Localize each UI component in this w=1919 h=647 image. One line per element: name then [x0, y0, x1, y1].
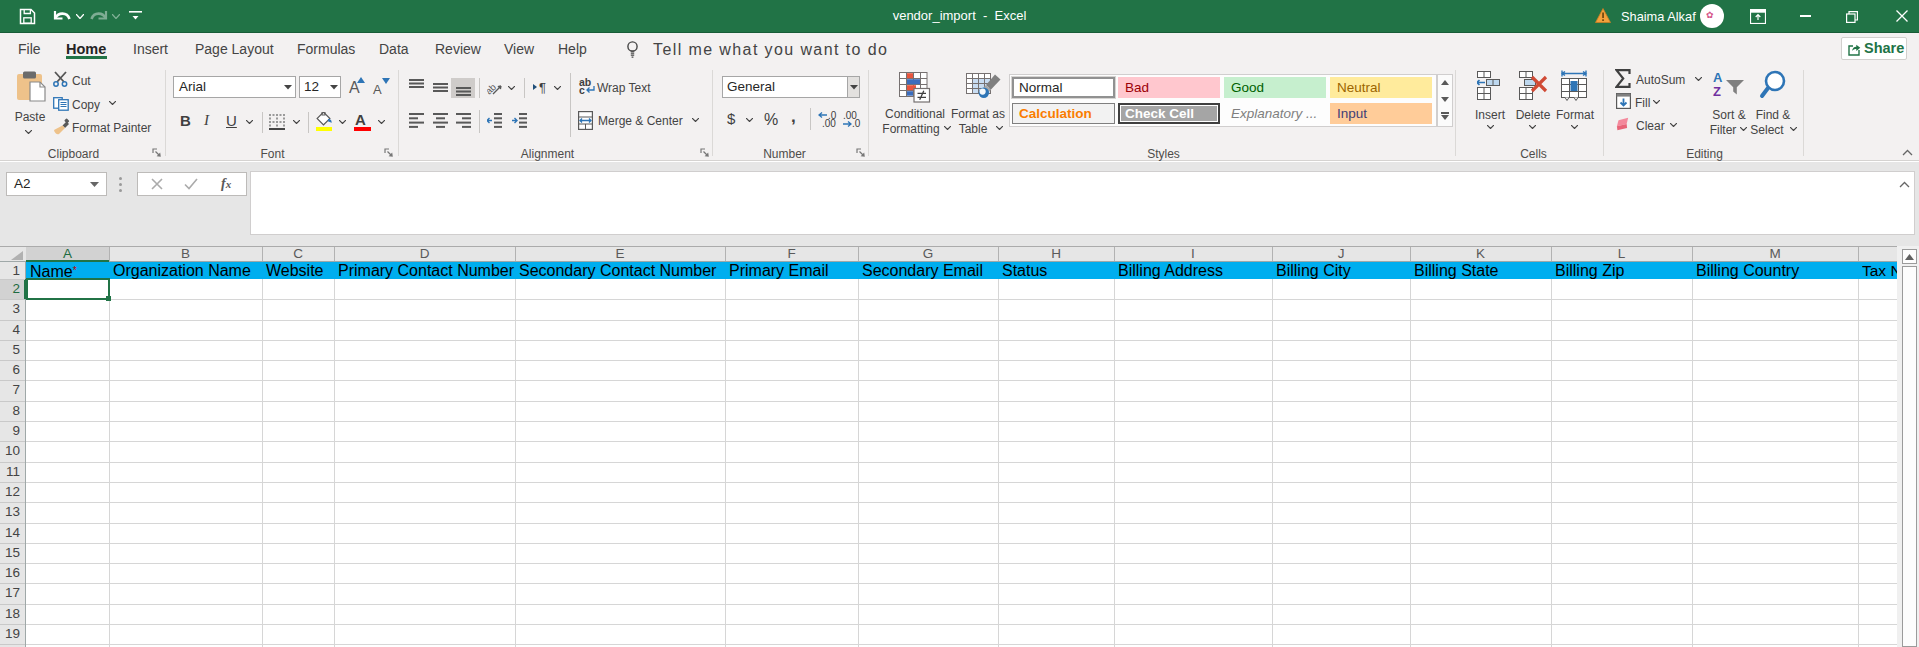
svg-text:ab: ab: [487, 81, 498, 96]
